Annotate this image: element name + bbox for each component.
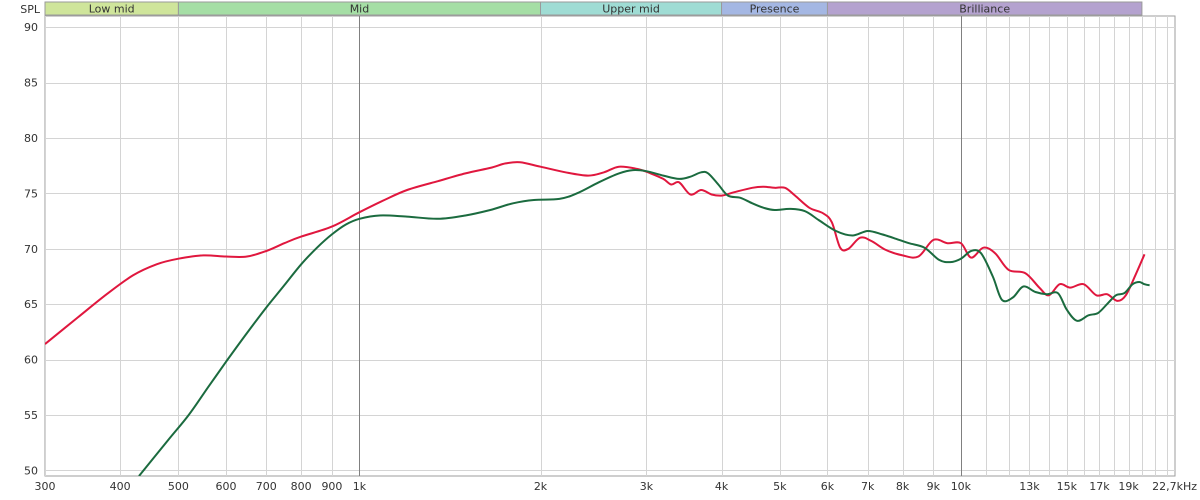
- x-tick-label: 7k: [861, 480, 875, 493]
- band-label: Upper mid: [602, 3, 660, 16]
- y-tick-label: 75: [24, 187, 38, 200]
- band-label: Presence: [750, 3, 800, 16]
- x-axis-unit-label: 22,7kHz: [1152, 480, 1197, 493]
- x-tick-label: 800: [291, 480, 312, 493]
- x-tick-label: 13k: [1019, 480, 1040, 493]
- x-tick-label: 600: [216, 480, 237, 493]
- x-tick-label: 900: [321, 480, 342, 493]
- x-tick-label: 3k: [640, 480, 654, 493]
- x-tick-label: 17k: [1089, 480, 1110, 493]
- x-tick-label: 1k: [353, 480, 367, 493]
- x-tick-label: 400: [110, 480, 131, 493]
- y-tick-label: 80: [24, 132, 38, 145]
- x-tick-label: 8k: [896, 480, 910, 493]
- x-tick-label: 4k: [715, 480, 729, 493]
- y-tick-label: 65: [24, 298, 38, 311]
- x-tick-label: 300: [35, 480, 56, 493]
- band-label: Low mid: [89, 3, 135, 16]
- x-tick-label: 10k: [951, 480, 972, 493]
- chart-svg: Low mid Mid Upper mid Presence Brilliance SP…: [20, 1, 1197, 493]
- frequency-response-chart: Low mid Mid Upper mid Presence Brilliance SP…: [0, 0, 1200, 496]
- x-tick-label: 5k: [773, 480, 787, 493]
- y-tick-label: 85: [24, 77, 38, 90]
- x-tick-label: 2k: [534, 480, 548, 493]
- band-label: Mid: [350, 3, 370, 16]
- plot-area: [44, 15, 1176, 477]
- y-tick-label: 60: [24, 354, 38, 367]
- x-tick-label: 15k: [1057, 480, 1078, 493]
- x-tick-label: 500: [168, 480, 189, 493]
- band-label: Brilliance: [959, 3, 1010, 16]
- y-tick-label: 70: [24, 243, 38, 256]
- x-tick-label: 6k: [821, 480, 835, 493]
- x-tick-label: 19k: [1118, 480, 1139, 493]
- y-tick-label: 50: [24, 464, 38, 477]
- y-tick-label: 90: [24, 21, 38, 34]
- y-tick-label: 55: [24, 409, 38, 422]
- x-tick-label: 700: [256, 480, 277, 493]
- frequency-bands: Low mid Mid Upper mid Presence Brilliance: [44, 1, 1143, 16]
- x-tick-label: 9k: [927, 480, 941, 493]
- y-axis-label: SPL: [20, 3, 41, 16]
